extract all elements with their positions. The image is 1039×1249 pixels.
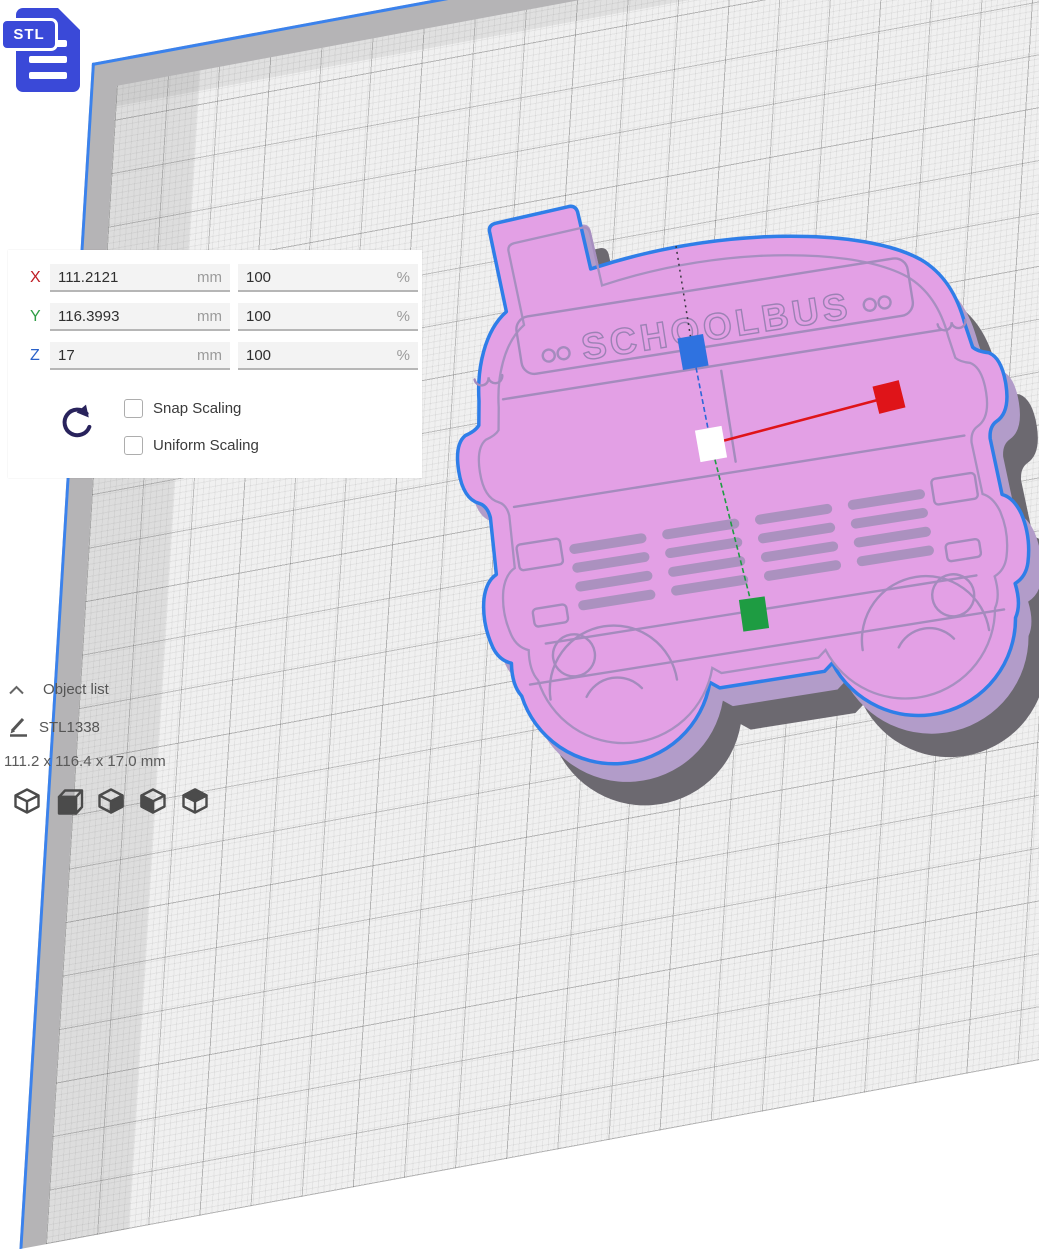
snap-scaling-label: Snap Scaling	[153, 400, 241, 417]
scale-y-percent-input[interactable]: 100 %	[238, 303, 418, 331]
axis-label-z: Z	[30, 347, 48, 365]
scale-x-mm-input[interactable]: 111.2121 mm	[50, 264, 230, 292]
view-top-button[interactable]	[180, 786, 210, 816]
scale-x-unit: mm	[197, 269, 222, 286]
view-front-button[interactable]	[54, 786, 84, 816]
view-right-button[interactable]	[96, 786, 126, 816]
scale-z-percent-unit: %	[397, 347, 410, 364]
panel-notch	[0, 518, 8, 540]
scale-row-y: Y 116.3993 mm 100 %	[8, 302, 418, 332]
reset-scale-button[interactable]	[56, 402, 96, 444]
cube-front-icon	[54, 786, 84, 816]
view-left-button[interactable]	[138, 786, 168, 816]
uniform-scaling-checkbox[interactable]	[124, 436, 143, 455]
pencil-icon	[8, 716, 30, 738]
uniform-scaling-row: Uniform Scaling	[124, 434, 259, 456]
snap-scaling-row: Snap Scaling	[124, 397, 241, 419]
scale-handle-center[interactable]	[695, 426, 727, 462]
scale-y-percent: 100	[246, 308, 271, 325]
scale-x-percent: 100	[246, 269, 271, 286]
stl-folded-corner-icon	[57, 7, 81, 31]
cube-3d-icon	[12, 786, 42, 816]
cube-top-icon	[180, 786, 210, 816]
scale-z-percent-input[interactable]: 100 %	[238, 342, 418, 370]
scale-y-unit: mm	[197, 308, 222, 325]
model-top-face	[421, 143, 1039, 781]
view-preset-toolbar	[12, 786, 210, 816]
scale-y-percent-unit: %	[397, 308, 410, 325]
scale-z-value: 17	[58, 347, 75, 364]
scale-row-z: Z 17 mm 100 %	[8, 341, 418, 371]
view-3d-button[interactable]	[12, 786, 42, 816]
cube-left-icon	[138, 786, 168, 816]
chevron-up-icon	[8, 685, 25, 695]
axis-label-x: X	[30, 269, 48, 287]
scale-z-percent: 100	[246, 347, 271, 364]
object-dimensions: 111.2 x 116.4 x 17.0 mm	[4, 753, 166, 770]
scale-handle-blue[interactable]	[677, 334, 708, 370]
scale-tool-panel: X 111.2121 mm 100 % Y 116.3993 mm 100 % …	[8, 250, 422, 478]
object-list-item[interactable]: STL1338	[8, 716, 100, 738]
cube-right-icon	[96, 786, 126, 816]
scale-y-value: 116.3993	[58, 308, 119, 325]
object-list-label: Object list	[43, 681, 109, 698]
scale-row-x: X 111.2121 mm 100 %	[8, 263, 418, 293]
scale-z-unit: mm	[197, 347, 222, 364]
stl-badge-label: STL	[0, 18, 58, 51]
scale-x-percent-input[interactable]: 100 %	[238, 264, 418, 292]
snap-scaling-checkbox[interactable]	[124, 399, 143, 418]
rotate-ccw-icon	[56, 402, 96, 444]
object-list-toggle[interactable]: Object list	[8, 681, 109, 698]
scale-y-mm-input[interactable]: 116.3993 mm	[50, 303, 230, 331]
model-schoolbus-mold[interactable]: SCHOOLBUS	[421, 140, 1039, 828]
axis-label-y: Y	[30, 308, 48, 326]
object-name: STL1338	[39, 719, 100, 736]
scale-x-value: 111.2121	[58, 269, 118, 286]
scale-x-percent-unit: %	[397, 269, 410, 286]
uniform-scaling-label: Uniform Scaling	[153, 437, 259, 454]
stl-file-icon: STL	[0, 2, 98, 102]
scale-z-mm-input[interactable]: 17 mm	[50, 342, 230, 370]
scale-handle-green[interactable]	[739, 596, 769, 631]
